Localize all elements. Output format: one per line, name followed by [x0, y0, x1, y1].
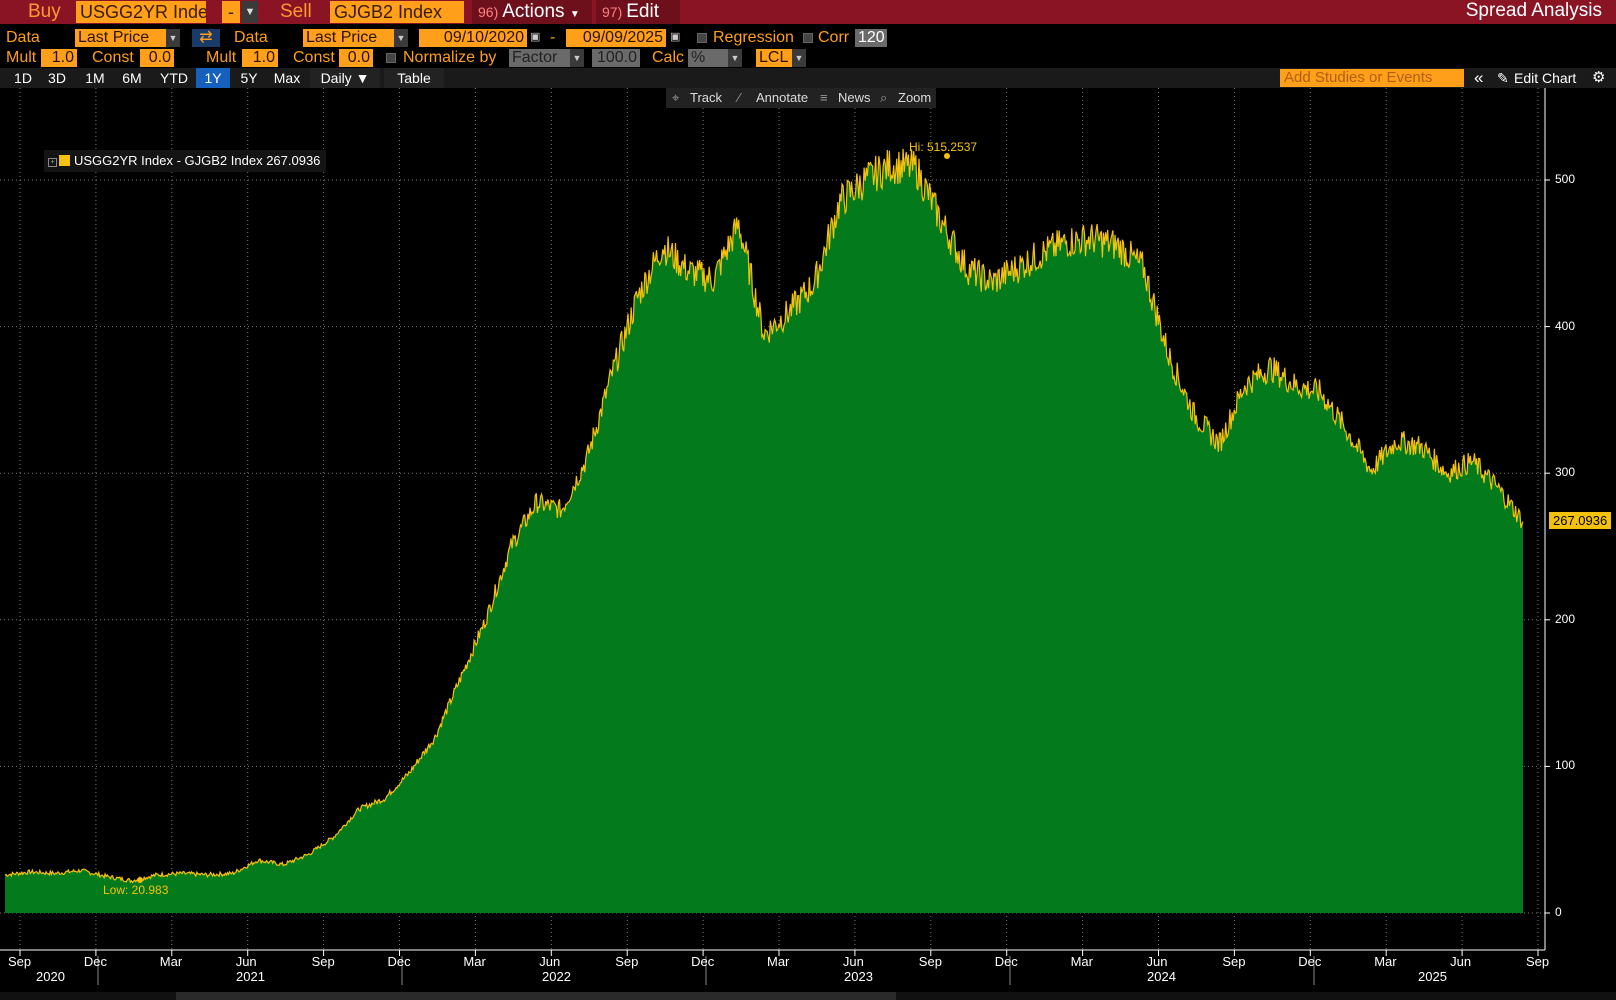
x-month-label: Mar: [1374, 954, 1397, 969]
y-tick-label: 100: [1555, 758, 1576, 773]
news-icon[interactable]: ≡: [820, 88, 828, 108]
chart-toolbar: ⌖ Track ∕ Annotate ≡ News ⌕ Zoom: [666, 88, 936, 108]
x-month-label: Dec: [83, 954, 108, 969]
x-month-label: Jun: [1146, 954, 1168, 969]
x-year-label: 2025: [1418, 969, 1447, 984]
y-tick-label: 300: [1555, 465, 1576, 480]
x-month-label: Jun: [842, 954, 864, 969]
y-tick-label: 0: [1555, 905, 1562, 919]
legend-swatch: [59, 155, 70, 166]
annotate-icon[interactable]: ∕: [738, 88, 740, 108]
chart-legend[interactable]: + USGG2YR Index - GJGB2 Index 267.0936: [44, 150, 327, 172]
x-month-label: Sep: [918, 954, 942, 969]
news-button[interactable]: News: [838, 88, 871, 108]
x-month-label: Sep: [1526, 954, 1550, 969]
x-year-label: 2021: [236, 969, 265, 984]
x-month-label: Mar: [1070, 954, 1093, 969]
x-year-label: 2023: [844, 969, 873, 984]
chart-scrollbar[interactable]: [0, 992, 1616, 1000]
annotate-button[interactable]: Annotate: [756, 88, 808, 108]
x-month-label: Jun: [539, 954, 561, 969]
y-tick-label: 400: [1555, 318, 1576, 333]
x-month-label: Mar: [463, 954, 486, 969]
x-month-label: Jun: [235, 954, 257, 969]
zoom-icon[interactable]: ⌕: [880, 88, 887, 108]
x-month-label: Sep: [311, 954, 335, 969]
track-button[interactable]: Track: [690, 88, 722, 108]
x-month-label: Dec: [994, 954, 1018, 969]
x-year-label: 2024: [1147, 969, 1176, 984]
x-month-label: Dec: [691, 954, 715, 969]
y-tick-label: 200: [1555, 611, 1576, 626]
x-month-label: Mar: [159, 954, 183, 969]
scrollbar-thumb[interactable]: [176, 992, 896, 1000]
zoom-button[interactable]: Zoom: [898, 88, 931, 108]
legend-label: USGG2YR Index - GJGB2 Index 267.0936: [74, 153, 321, 168]
spread-area: [5, 148, 1523, 913]
x-month-label: Sep: [615, 954, 639, 969]
x-year-label: 2022: [542, 969, 571, 984]
x-year-label: 2020: [36, 969, 65, 984]
x-month-label: Sep: [8, 954, 32, 969]
x-month-label: Dec: [1298, 954, 1322, 969]
x-month-label: Dec: [387, 954, 411, 969]
track-icon[interactable]: ⌖: [672, 88, 679, 108]
y-tick-label: 500: [1555, 172, 1576, 186]
x-month-label: Mar: [767, 954, 790, 969]
legend-expand-icon[interactable]: +: [48, 158, 57, 167]
x-month-label: Jun: [1450, 954, 1472, 969]
high-annotation: Hi: 515.2537: [909, 140, 978, 154]
x-month-label: Sep: [1222, 954, 1246, 969]
last-value-badge: 267.0936: [1549, 512, 1612, 529]
low-annotation: Low: 20.983: [103, 883, 169, 897]
